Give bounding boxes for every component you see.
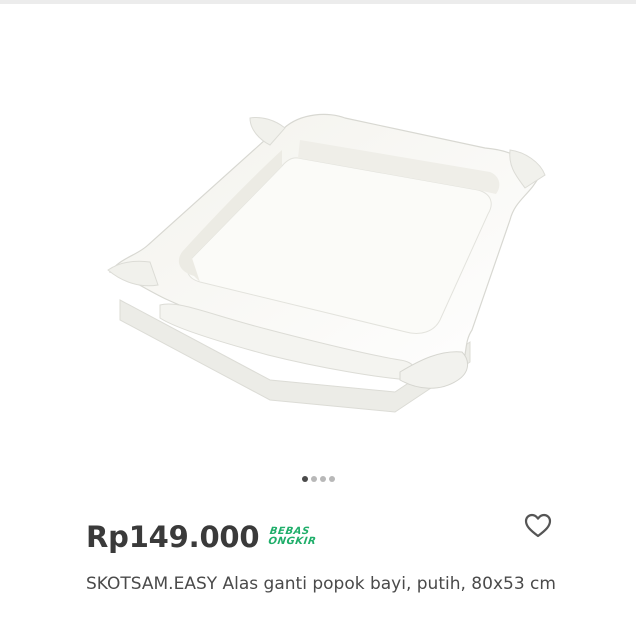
product-price: Rp149.000 xyxy=(86,520,260,554)
carousel-dot-1[interactable] xyxy=(301,476,308,482)
free-shipping-badge: BEBAS ONGKIR xyxy=(267,526,319,547)
image-carousel-indicator[interactable] xyxy=(0,474,636,484)
product-title: SKOTSAM.EASY Alas ganti popok bayi, puti… xyxy=(86,574,556,594)
free-shipping-badge-line2: ONGKIR xyxy=(267,536,318,547)
product-image[interactable] xyxy=(0,0,636,460)
carousel-dot-3[interactable] xyxy=(319,476,326,482)
carousel-dot-4[interactable] xyxy=(328,476,335,482)
wishlist-heart-icon[interactable] xyxy=(524,513,552,539)
product-detail-screen: Rp149.000 BEBAS ONGKIR SKOTSAM.EASY Alas… xyxy=(0,0,636,636)
carousel-dot-2[interactable] xyxy=(310,476,317,482)
price-row: Rp149.000 BEBAS ONGKIR xyxy=(86,515,317,559)
